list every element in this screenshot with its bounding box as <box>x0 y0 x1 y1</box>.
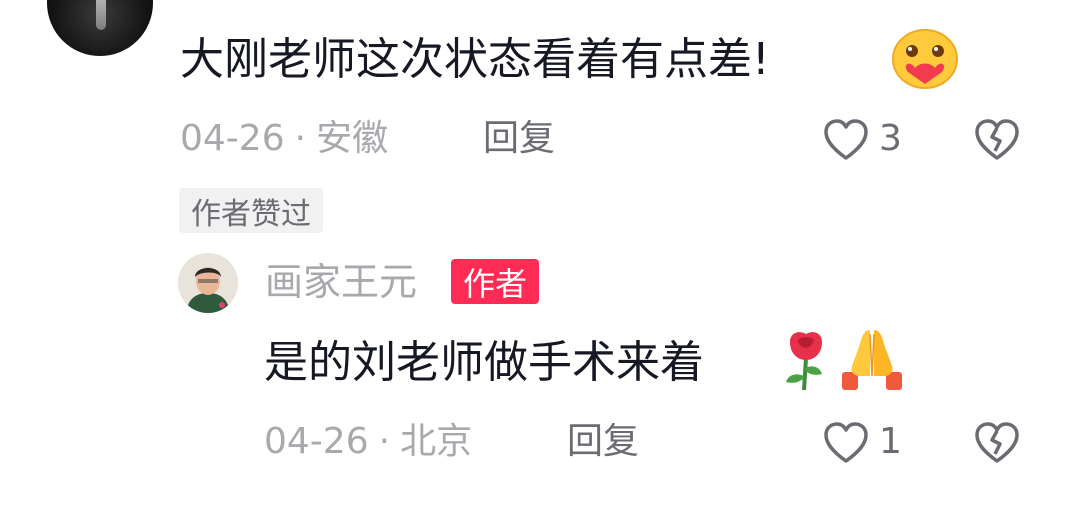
dislike-broken-heart-icon[interactable] <box>973 118 1021 162</box>
like-count: 3 <box>879 118 902 159</box>
reply-dislike-broken-heart-icon[interactable] <box>973 421 1021 465</box>
rose-emoji-icon <box>780 328 832 392</box>
comment-location: 安徽 <box>316 118 389 159</box>
comment-text: 大刚老师这次状态看着有点差! <box>180 38 770 82</box>
comment-date: 04-26 <box>180 118 285 159</box>
reply-like-heart-icon[interactable] <box>822 421 870 465</box>
blush-heart-emoji-icon <box>890 28 960 90</box>
reply-text-content: 是的刘老师做手术来着 <box>264 337 704 388</box>
reply-author-name[interactable]: 画家王元 <box>265 263 417 301</box>
comment-meta: 04-26 · 安徽 <box>180 121 388 157</box>
reply-like-count: 1 <box>879 421 902 462</box>
author-liked-badge: 作者赞过 <box>179 188 323 233</box>
reply-text: 是的刘老师做手术来着 <box>264 341 704 385</box>
reply-meta: 04-26 · 北京 <box>264 424 472 460</box>
reply-location: 北京 <box>400 421 473 462</box>
meta-separator: · <box>378 421 391 462</box>
commenter-avatar[interactable] <box>47 0 153 56</box>
like-heart-icon[interactable] <box>822 118 870 162</box>
author-badge: 作者 <box>451 259 540 304</box>
folded-hands-emoji-icon <box>838 326 906 392</box>
reply-reply-button[interactable]: 回复 <box>567 424 639 460</box>
reply-author-avatar[interactable] <box>178 253 238 313</box>
meta-separator: · <box>294 118 307 159</box>
avatar-figure <box>96 0 106 30</box>
reply-button[interactable]: 回复 <box>483 121 555 157</box>
reply-date: 04-26 <box>264 421 369 462</box>
comment-text-content: 大刚老师这次状态看着有点差! <box>180 34 770 85</box>
